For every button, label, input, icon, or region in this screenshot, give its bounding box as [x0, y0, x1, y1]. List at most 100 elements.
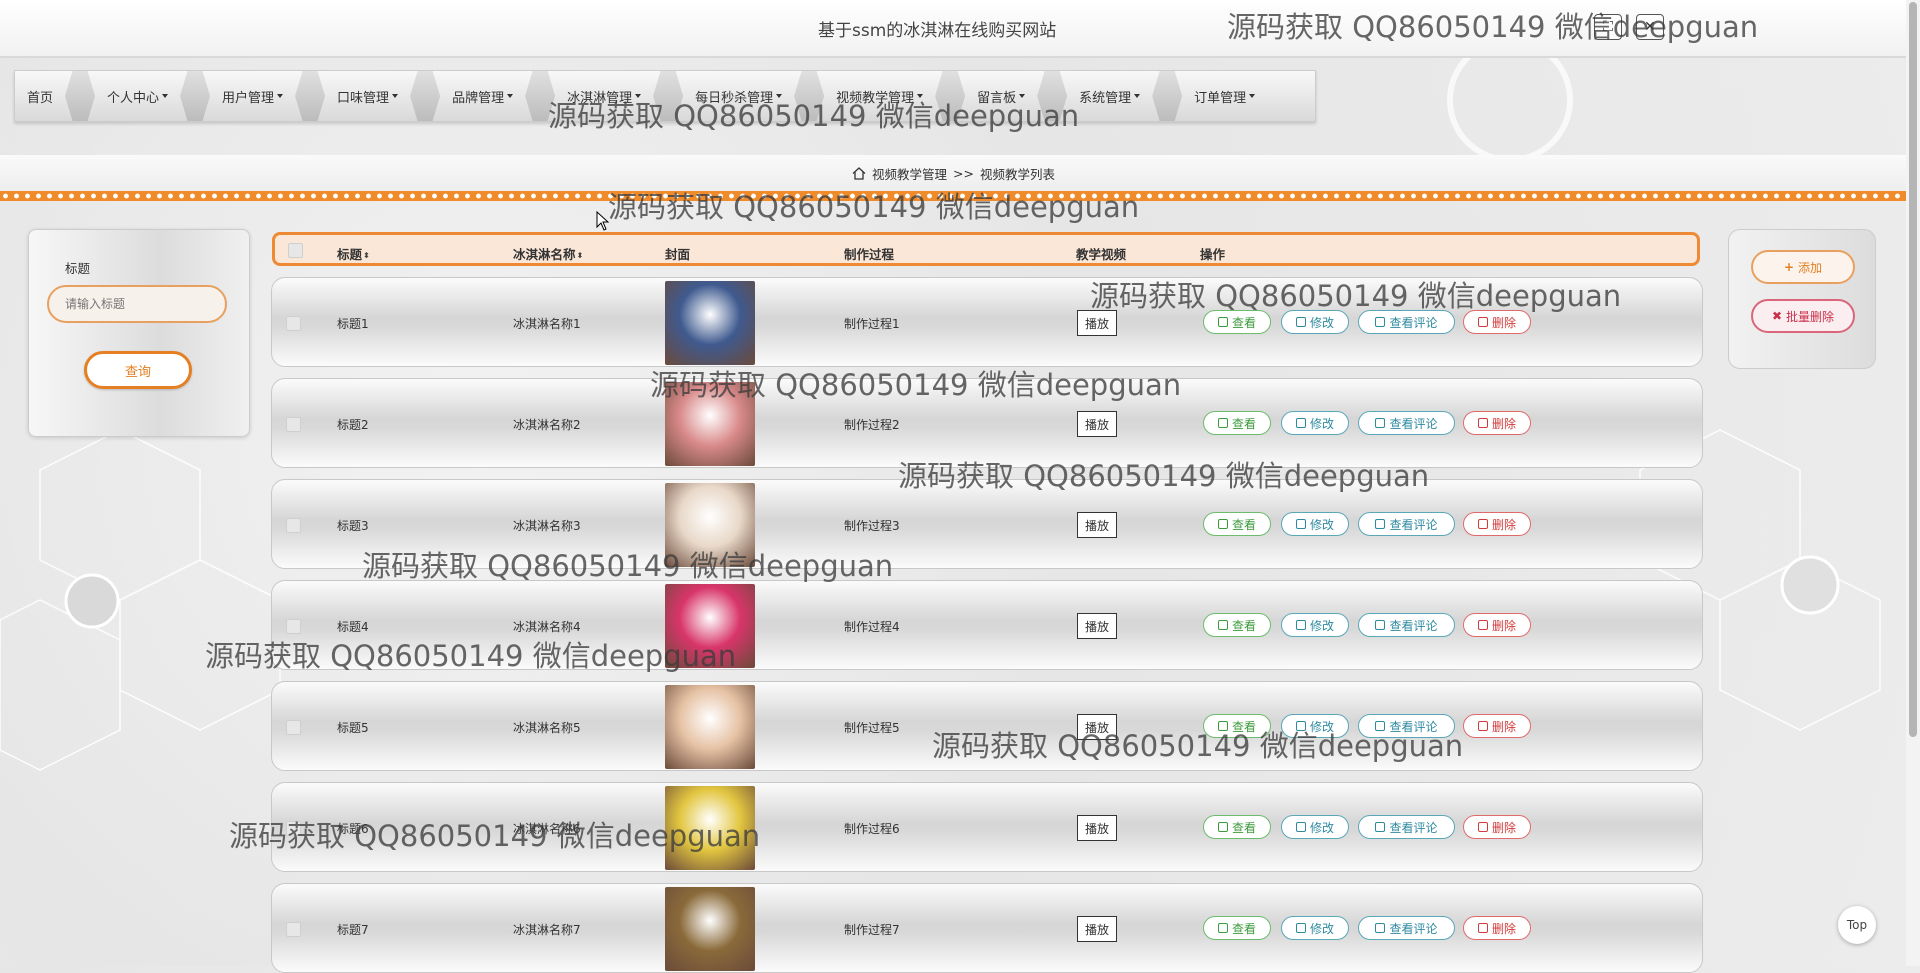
delete-icon: [1477, 620, 1488, 630]
view-comments-button[interactable]: 查看评论: [1358, 714, 1455, 738]
view-comments-label: 查看评论: [1389, 921, 1438, 936]
view-button[interactable]: 查看: [1203, 613, 1271, 637]
delete-button[interactable]: 删除: [1463, 310, 1531, 334]
table-row: 标题2 冰淇淋名称2 制作过程2 播放 查看 修改 查看评论 删除: [271, 378, 1703, 468]
delete-label: 删除: [1491, 315, 1516, 330]
nav-item-flash-sale[interactable]: 每日秒杀管理: [683, 71, 794, 121]
nav-label: 冰淇淋管理: [567, 90, 633, 106]
play-button[interactable]: 播放: [1077, 714, 1117, 740]
nav-item-flavors[interactable]: 口味管理: [325, 71, 410, 121]
delete-label: 删除: [1491, 416, 1516, 431]
table-row: 标题7 冰淇淋名称7 制作过程7 播放 查看 修改 查看评论 删除: [271, 883, 1703, 973]
play-button[interactable]: 播放: [1077, 613, 1117, 639]
delete-icon: [1477, 418, 1488, 428]
view-button[interactable]: 查看: [1203, 512, 1271, 536]
nav-item-home[interactable]: 首页: [15, 71, 65, 121]
table-row: 标题3 冰淇淋名称3 制作过程3 播放 查看 修改 查看评论 删除: [271, 479, 1703, 569]
view-button[interactable]: 查看: [1203, 815, 1271, 839]
nav-item-video-teaching[interactable]: 视频教学管理: [824, 71, 935, 121]
view-button[interactable]: 查看: [1203, 714, 1271, 738]
edit-button[interactable]: 修改: [1281, 613, 1349, 637]
play-button[interactable]: 播放: [1077, 916, 1117, 942]
nav-item-brands[interactable]: 品牌管理: [440, 71, 525, 121]
row-checkbox[interactable]: [286, 922, 301, 937]
view-button[interactable]: 查看: [1203, 916, 1271, 940]
view-comments-label: 查看评论: [1389, 517, 1438, 532]
view-comments-button[interactable]: 查看评论: [1358, 512, 1455, 536]
delete-button[interactable]: 删除: [1463, 714, 1531, 738]
row-checkbox[interactable]: [286, 316, 301, 331]
nav-separator: [1037, 71, 1068, 121]
scrollbar[interactable]: [1906, 0, 1920, 966]
header-name[interactable]: 冰淇淋名称⬍: [513, 244, 583, 263]
edit-button[interactable]: 修改: [1281, 411, 1349, 435]
edit-button[interactable]: 修改: [1281, 916, 1349, 940]
view-label: 查看: [1231, 820, 1256, 835]
delete-button[interactable]: 删除: [1463, 613, 1531, 637]
edit-button[interactable]: 修改: [1281, 512, 1349, 536]
search-button[interactable]: 查询: [84, 351, 192, 389]
sort-icon[interactable]: ⬍: [363, 251, 370, 260]
nav-item-messages[interactable]: 留言板: [965, 71, 1037, 121]
sort-icon[interactable]: ⬍: [577, 251, 584, 260]
nav-label: 口味管理: [337, 90, 390, 106]
view-button[interactable]: 查看: [1203, 310, 1271, 334]
view-button[interactable]: 查看: [1203, 411, 1271, 435]
view-comments-button[interactable]: 查看评论: [1358, 613, 1455, 637]
play-button[interactable]: 播放: [1077, 815, 1117, 841]
row-checkbox[interactable]: [286, 720, 301, 735]
header-name-label: 冰淇淋名称: [513, 247, 576, 262]
select-all-checkbox[interactable]: [288, 243, 303, 258]
cell-process: 制作过程4: [844, 620, 900, 634]
nav-item-profile[interactable]: 个人中心: [95, 71, 180, 121]
delete-button[interactable]: 删除: [1463, 512, 1531, 536]
nav-label: 系统管理: [1079, 90, 1132, 106]
cell-name: 冰淇淋名称4: [513, 620, 581, 634]
breadcrumb-section[interactable]: 视频教学管理: [872, 164, 947, 183]
delete-button[interactable]: 删除: [1463, 815, 1531, 839]
view-comments-button[interactable]: 查看评论: [1358, 916, 1455, 940]
nav-item-orders[interactable]: 订单管理: [1182, 71, 1267, 121]
cover-image: [665, 382, 755, 466]
table-row: 标题4 冰淇淋名称4 制作过程4 播放 查看 修改 查看评论 删除: [271, 580, 1703, 670]
play-button[interactable]: 播放: [1077, 310, 1117, 336]
add-button[interactable]: + 添加: [1751, 250, 1855, 284]
delete-button[interactable]: 删除: [1463, 916, 1531, 940]
row-checkbox[interactable]: [286, 417, 301, 432]
home-icon[interactable]: [852, 167, 866, 180]
row-checkbox[interactable]: [286, 518, 301, 533]
nav-item-users[interactable]: 用户管理: [210, 71, 295, 121]
close-icon[interactable]: ✕: [1636, 14, 1664, 40]
batch-delete-button[interactable]: ✖ 批量删除: [1751, 299, 1855, 333]
row-checkbox[interactable]: [286, 619, 301, 634]
view-comments-button[interactable]: 查看评论: [1358, 411, 1455, 435]
edit-label: 修改: [1309, 618, 1334, 633]
view-label: 查看: [1231, 618, 1256, 633]
cell-title: 标题4: [337, 620, 369, 634]
view-comments-button[interactable]: 查看评论: [1358, 815, 1455, 839]
nav-separator: [525, 71, 556, 121]
fullscreen-icon[interactable]: ⛶: [1594, 14, 1622, 40]
header-cover: 封面: [665, 247, 691, 262]
play-button[interactable]: 播放: [1077, 411, 1117, 437]
view-icon: [1217, 519, 1228, 529]
back-to-top-button[interactable]: Top: [1838, 906, 1876, 944]
row-checkbox[interactable]: [286, 821, 301, 836]
header-title[interactable]: 标题⬍: [337, 244, 370, 263]
play-button[interactable]: 播放: [1077, 512, 1117, 538]
nav-item-system[interactable]: 系统管理: [1067, 71, 1152, 121]
edit-button[interactable]: 修改: [1281, 815, 1349, 839]
scrollbar-thumb[interactable]: [1909, 2, 1917, 737]
caret-down-icon: [1134, 94, 1141, 98]
edit-button[interactable]: 修改: [1281, 714, 1349, 738]
caret-down-icon: [1019, 94, 1026, 98]
view-comments-button[interactable]: 查看评论: [1358, 310, 1455, 334]
nav-item-icecream[interactable]: 冰淇淋管理: [555, 71, 653, 121]
comment-icon: [1375, 418, 1386, 428]
search-input[interactable]: [47, 285, 227, 323]
delete-icon: [1477, 317, 1488, 327]
delete-button[interactable]: 删除: [1463, 411, 1531, 435]
edit-button[interactable]: 修改: [1281, 310, 1349, 334]
delete-label: 删除: [1491, 820, 1516, 835]
cell-name: 冰淇淋名称3: [513, 519, 581, 533]
